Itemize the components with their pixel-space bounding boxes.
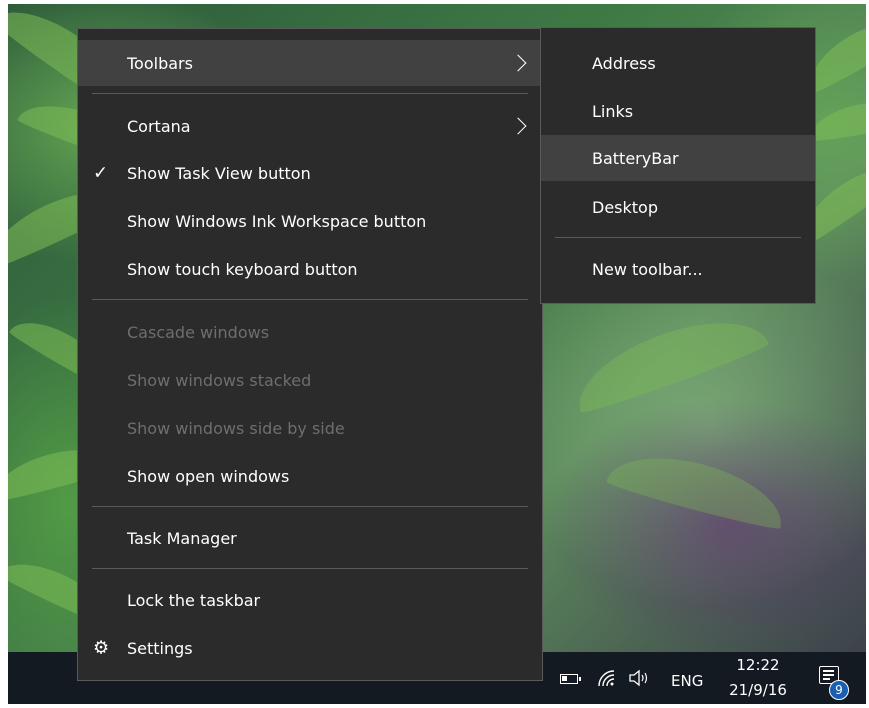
menu-item-show-task-view-label: Show Task View button: [127, 163, 311, 183]
menu-item-toolbars[interactable]: Toolbars: [78, 40, 542, 86]
menu-separator: [92, 93, 528, 94]
menu-item-task-manager[interactable]: Task Manager: [78, 515, 542, 561]
menu-item-show-side-by-side: Show windows side by side: [78, 405, 542, 451]
menu-item-show-ink-workspace-label: Show Windows Ink Workspace button: [127, 211, 427, 231]
menu-item-cortana[interactable]: Cortana: [78, 103, 542, 149]
menu-item-show-ink-workspace[interactable]: Show Windows Ink Workspace button: [78, 198, 542, 244]
toolbars-submenu: Address Links BatteryBar Desktop New too…: [540, 27, 816, 304]
clock-date[interactable]: 21/9/16: [720, 681, 796, 699]
submenu-item-batterybar-label: BatteryBar: [592, 148, 679, 168]
wifi-icon[interactable]: [596, 668, 616, 688]
checkmark-icon: ✓: [93, 162, 109, 184]
language-indicator[interactable]: ENG: [671, 672, 703, 690]
taskbar-context-menu: Toolbars Cortana ✓ Show Task View button…: [77, 28, 543, 681]
submenu-item-address-label: Address: [592, 53, 656, 73]
menu-item-show-touch-keyboard[interactable]: Show touch keyboard button: [78, 246, 542, 292]
menu-item-show-side-by-side-label: Show windows side by side: [127, 418, 345, 438]
menu-item-cascade-windows-label: Cascade windows: [127, 322, 270, 342]
menu-item-show-open-windows-label: Show open windows: [127, 466, 290, 486]
submenu-item-desktop[interactable]: Desktop: [541, 184, 815, 230]
menu-item-cortana-label: Cortana: [127, 116, 191, 136]
volume-icon[interactable]: [628, 668, 650, 688]
menu-separator: [92, 568, 528, 569]
submenu-item-new-toolbar[interactable]: New toolbar...: [541, 246, 815, 292]
submenu-item-desktop-label: Desktop: [592, 197, 658, 217]
menu-separator: [92, 506, 528, 507]
chevron-right-icon: [509, 103, 534, 149]
menu-item-show-stacked: Show windows stacked: [78, 357, 542, 403]
submenu-item-address[interactable]: Address: [541, 40, 815, 86]
menu-item-lock-taskbar-label: Lock the taskbar: [127, 590, 261, 610]
menu-item-settings-label: Settings: [127, 638, 193, 658]
battery-icon[interactable]: [560, 674, 581, 684]
menu-item-task-manager-label: Task Manager: [127, 528, 237, 548]
submenu-item-links[interactable]: Links: [541, 88, 815, 134]
gear-icon: ⚙: [93, 637, 110, 659]
menu-item-show-stacked-label: Show windows stacked: [127, 370, 312, 390]
chevron-right-icon: [509, 40, 534, 86]
menu-item-settings[interactable]: ⚙ Settings: [78, 625, 542, 671]
clock-time[interactable]: 12:22: [730, 656, 786, 674]
submenu-item-links-label: Links: [592, 101, 634, 121]
menu-item-show-task-view[interactable]: ✓ Show Task View button: [78, 150, 542, 196]
submenu-item-batterybar[interactable]: BatteryBar: [541, 135, 815, 181]
notification-badge: 9: [829, 680, 849, 700]
menu-item-cascade-windows: Cascade windows: [78, 309, 542, 355]
menu-item-show-open-windows[interactable]: Show open windows: [78, 453, 542, 499]
menu-separator: [92, 299, 528, 300]
menu-item-lock-taskbar[interactable]: Lock the taskbar: [78, 577, 542, 623]
submenu-item-new-toolbar-label: New toolbar...: [592, 259, 703, 279]
submenu-separator: [555, 237, 801, 238]
menu-item-toolbars-label: Toolbars: [127, 53, 193, 73]
menu-item-show-touch-keyboard-label: Show touch keyboard button: [127, 259, 358, 279]
